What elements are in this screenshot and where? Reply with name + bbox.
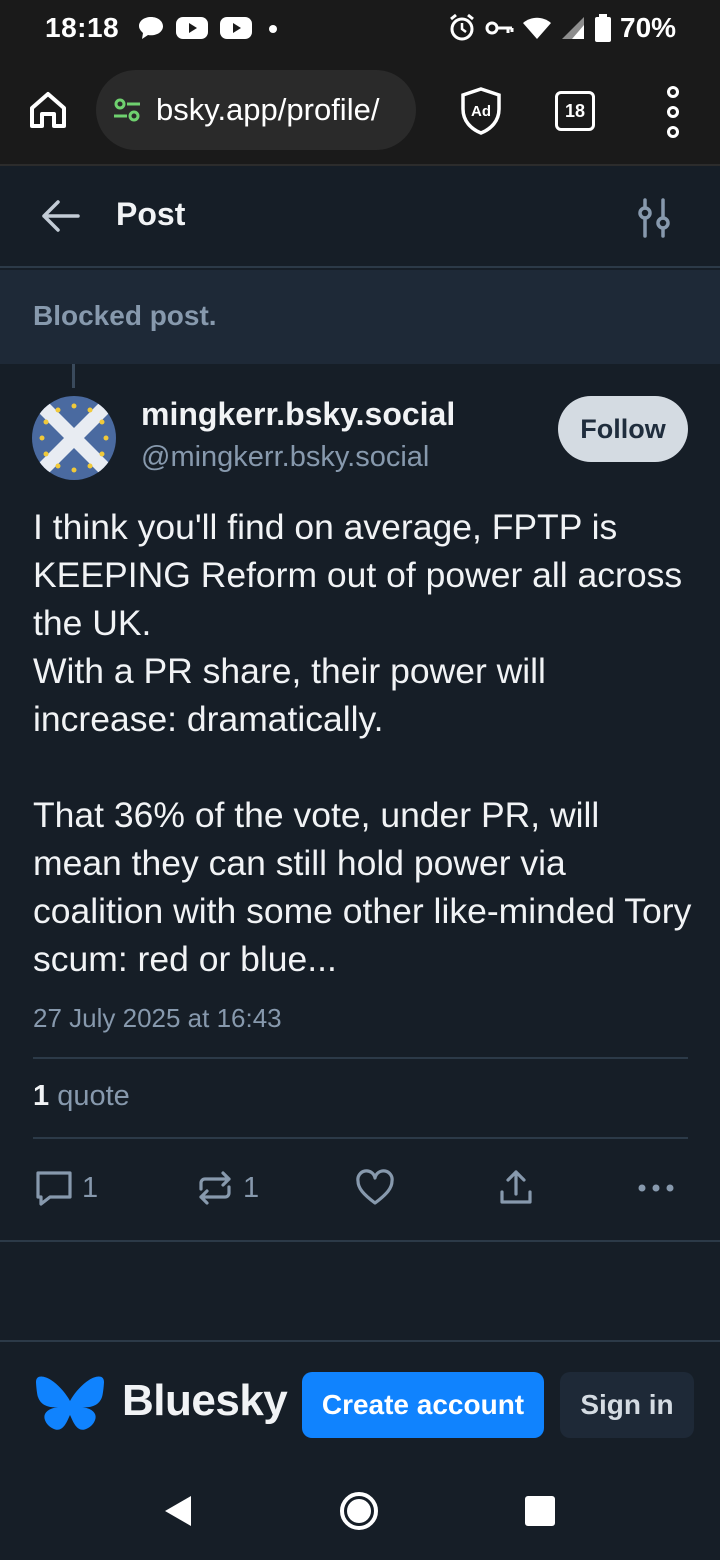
menu-dot [667, 106, 679, 118]
browser-menu-button[interactable] [660, 86, 686, 138]
repost-button[interactable]: 1 [195, 1160, 259, 1216]
author-handle[interactable]: @mingkerr.bsky.social [141, 441, 429, 474]
page-title: Post [116, 196, 186, 232]
tabs-button[interactable]: 18 [555, 91, 595, 131]
sign-in-button[interactable]: Sign in [560, 1372, 694, 1438]
battery-icon [594, 13, 612, 43]
reply-icon [36, 1171, 72, 1206]
repost-icon [199, 1171, 231, 1205]
more-options-button[interactable] [634, 1160, 678, 1216]
nav-recents-button[interactable] [525, 1496, 555, 1526]
chat-bubble-icon [137, 15, 165, 41]
reply-count: 1 [82, 1171, 99, 1204]
site-settings-icon [114, 98, 140, 122]
signup-bar: Bluesky Create account Sign in [0, 1340, 720, 1464]
heart-icon [356, 1169, 394, 1205]
menu-dot [667, 126, 679, 138]
dot-icon [263, 18, 283, 38]
key-icon [484, 15, 514, 41]
ad-label: Ad [471, 103, 491, 120]
alarm-icon [448, 13, 476, 43]
menu-dot [667, 86, 679, 98]
signal-icon [560, 15, 586, 41]
ad-shield-icon: Ad [461, 87, 501, 135]
battery-percent: 70% [620, 12, 677, 43]
saltire-eu-avatar-image [32, 396, 116, 480]
system-navigation-bar [0, 1464, 720, 1560]
tab-count: 18 [564, 100, 586, 121]
youtube-icon [219, 15, 253, 41]
wifi-icon [522, 15, 552, 41]
nav-home-button[interactable] [340, 1492, 378, 1530]
divider [33, 1057, 688, 1059]
post-text: I think you'll find on average, FPTP is … [33, 507, 692, 979]
avatar[interactable] [32, 396, 116, 480]
divider [0, 1240, 720, 1242]
create-account-button[interactable]: Create account [302, 1372, 544, 1438]
bluesky-butterfly-icon [36, 1376, 104, 1430]
blocked-post-text: Blocked post. [33, 300, 217, 331]
follow-button[interactable]: Follow [558, 396, 688, 462]
thread-connector [72, 364, 75, 388]
sliders-icon [638, 198, 670, 238]
back-arrow-icon [42, 200, 80, 232]
status-bar: 18:18 70% [0, 0, 720, 56]
blocked-post-notice: Blocked post. [0, 270, 720, 364]
quote-count-link[interactable]: 1 quote [33, 1080, 130, 1113]
more-horizontal-icon [638, 1184, 674, 1192]
share-button[interactable] [496, 1160, 536, 1216]
post-actions: 1 1 [0, 1160, 720, 1220]
post-header: Post [0, 168, 720, 268]
url-bar[interactable]: bsky.app/profile/ [96, 70, 416, 150]
like-button[interactable] [354, 1160, 396, 1216]
status-time: 18:18 [45, 12, 120, 43]
bluesky-wordmark: Bluesky [122, 1376, 288, 1425]
nav-back-icon[interactable] [163, 1494, 193, 1528]
url-text: bsky.app/profile/ [156, 92, 380, 127]
home-button[interactable] [22, 84, 74, 136]
post-timestamp: 27 July 2025 at 16:43 [33, 1003, 282, 1033]
ad-block-button[interactable]: Ad [458, 86, 504, 136]
browser-toolbar: bsky.app/profile/ Ad 18 [0, 56, 720, 166]
quote-label: quote [57, 1080, 130, 1112]
youtube-icon [175, 15, 209, 41]
back-button[interactable] [38, 196, 82, 236]
reply-button[interactable]: 1 [34, 1160, 98, 1216]
nav-home-icon [347, 1499, 371, 1523]
thread-settings-button[interactable] [636, 198, 672, 238]
home-icon [30, 92, 66, 128]
divider [33, 1137, 688, 1139]
quote-count: 1 [33, 1080, 50, 1112]
share-icon [500, 1170, 532, 1204]
repost-count: 1 [243, 1171, 260, 1204]
author-display-name[interactable]: mingkerr.bsky.social [141, 396, 455, 433]
